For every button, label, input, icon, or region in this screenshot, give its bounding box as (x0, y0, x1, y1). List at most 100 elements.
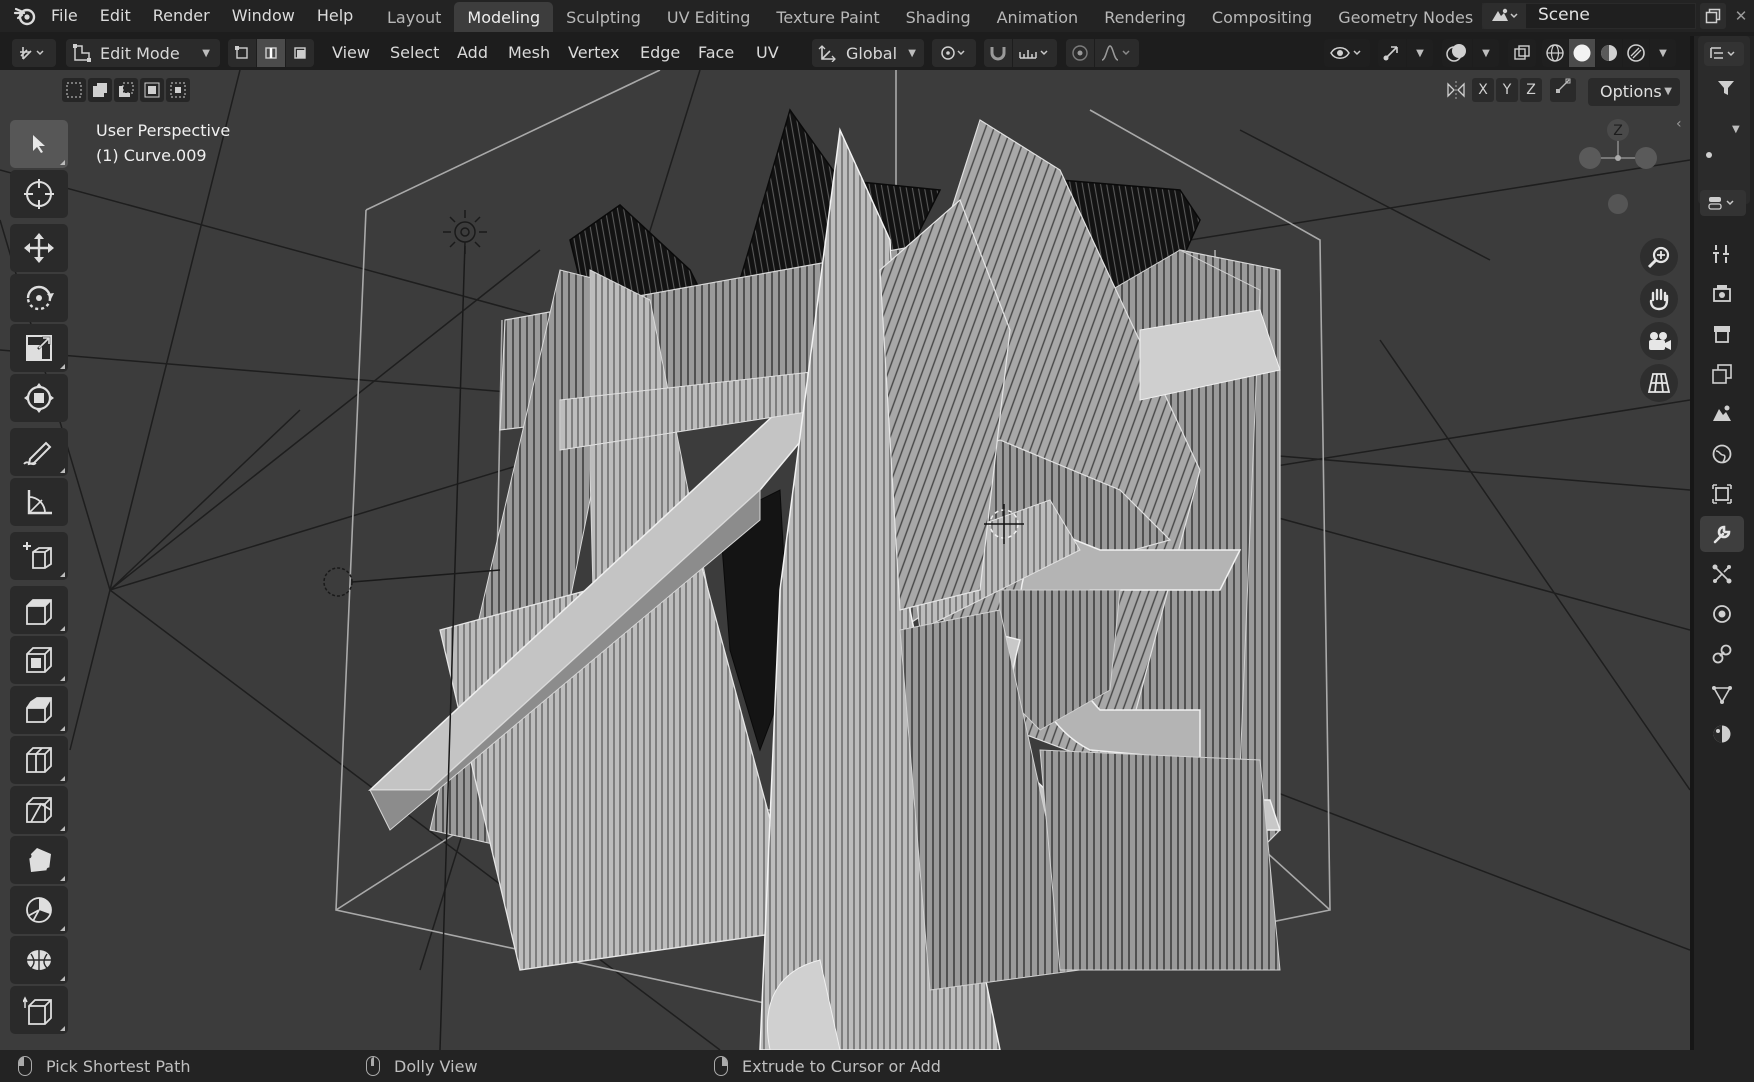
select-intersect-button[interactable] (166, 78, 190, 102)
xray-toggle[interactable] (1508, 39, 1536, 67)
properties-editor-type-button[interactable] (1700, 190, 1746, 216)
select-subtract-button[interactable] (114, 78, 138, 102)
viewport-scene[interactable] (0, 70, 1690, 1050)
menu-help[interactable]: Help (306, 2, 364, 30)
outliner-editor-type-button[interactable] (1704, 42, 1744, 66)
sidebar-toggle-arrow-icon[interactable]: ‹ (1676, 116, 1682, 132)
visibility-dropdown[interactable] (1324, 39, 1370, 67)
navigation-gizmo[interactable]: Z (1570, 114, 1670, 234)
shear-tool[interactable] (10, 986, 68, 1034)
tab-texture-paint[interactable]: Texture Paint (763, 2, 892, 32)
menu-uv[interactable]: UV (756, 39, 779, 67)
transform-tool[interactable] (10, 374, 68, 422)
tab-modeling[interactable]: Modeling (454, 2, 554, 32)
material-properties-tab[interactable] (1700, 716, 1744, 752)
menu-select[interactable]: Select (390, 39, 439, 67)
solid-shading-button[interactable] (1569, 39, 1595, 67)
tab-geometry-nodes[interactable]: Geometry Nodes (1325, 2, 1486, 32)
bevel-tool[interactable] (10, 686, 68, 734)
pivot-point-dropdown[interactable] (932, 39, 976, 67)
menu-edit[interactable]: Edit (89, 2, 142, 30)
overlays-toggle[interactable] (1442, 39, 1472, 67)
loop-cut-tool[interactable] (10, 736, 68, 784)
proportional-edit-toggle[interactable] (1066, 39, 1094, 67)
new-scene-button[interactable] (1700, 3, 1726, 29)
filter-button[interactable] (1714, 76, 1738, 100)
constraint-properties-tab[interactable] (1700, 636, 1744, 672)
3d-viewport[interactable]: User Perspective (1) Curve.009 X Y Z Opt… (0, 70, 1690, 1050)
perspective-toggle-button[interactable] (1640, 364, 1678, 402)
particle-properties-tab[interactable] (1700, 556, 1744, 592)
inset-faces-tool[interactable] (10, 636, 68, 684)
menu-face[interactable]: Face (698, 39, 734, 67)
mirror-z-toggle[interactable]: Z (1520, 78, 1542, 102)
tab-sculpting[interactable]: Sculpting (553, 2, 654, 32)
scale-tool[interactable] (10, 324, 68, 372)
smooth-tool[interactable] (10, 936, 68, 984)
select-invert-button[interactable] (140, 78, 164, 102)
world-properties-tab[interactable] (1700, 436, 1744, 472)
view-layer-properties-tab[interactable] (1700, 356, 1744, 392)
overlays-dropdown[interactable]: ▼ (1473, 39, 1499, 67)
select-extend-button[interactable] (88, 78, 112, 102)
poly-build-tool[interactable] (10, 836, 68, 884)
mirror-x-toggle[interactable]: X (1472, 78, 1494, 102)
rotate-tool[interactable] (10, 274, 68, 322)
menu-view[interactable]: View (332, 39, 370, 67)
wireframe-shading-button[interactable] (1542, 39, 1568, 67)
topology-mirror-toggle[interactable] (1550, 78, 1576, 102)
pan-button[interactable] (1640, 280, 1678, 318)
mirror-icon[interactable] (1442, 78, 1470, 102)
modifier-properties-tab[interactable] (1700, 516, 1744, 552)
object-properties-tab[interactable] (1700, 476, 1744, 512)
scene-properties-tab[interactable] (1700, 396, 1744, 432)
add-cube-tool[interactable] (10, 532, 68, 580)
tab-rendering[interactable]: Rendering (1091, 2, 1199, 32)
chevron-down-icon[interactable]: ▼ (1732, 124, 1740, 135)
extrude-region-tool[interactable] (10, 586, 68, 634)
proportional-falloff-dropdown[interactable] (1095, 39, 1139, 67)
tab-animation[interactable]: Animation (984, 2, 1092, 32)
menu-file[interactable]: File (40, 2, 89, 30)
gizmo-x-axis[interactable] (1635, 147, 1657, 169)
gizmo-dropdown[interactable]: ▼ (1407, 39, 1433, 67)
edge-select-button[interactable] (257, 39, 285, 67)
select-box-tool[interactable] (10, 120, 68, 168)
menu-mesh[interactable]: Mesh (508, 39, 550, 67)
tab-layout[interactable]: Layout (374, 2, 454, 32)
camera-view-button[interactable] (1640, 322, 1678, 360)
knife-tool[interactable] (10, 786, 68, 834)
menu-edge[interactable]: Edge (640, 39, 680, 67)
snap-target-dropdown[interactable] (1013, 39, 1057, 67)
mirror-y-toggle[interactable]: Y (1496, 78, 1518, 102)
physics-properties-tab[interactable] (1700, 596, 1744, 632)
output-properties-tab[interactable] (1700, 316, 1744, 352)
scene-browse-button[interactable] (1482, 3, 1526, 29)
editor-type-button[interactable] (12, 39, 56, 67)
blender-logo-icon[interactable] (10, 1, 40, 31)
material-shading-button[interactable] (1596, 39, 1622, 67)
cursor-tool[interactable] (10, 170, 68, 218)
snap-toggle[interactable] (984, 39, 1012, 67)
menu-add[interactable]: Add (457, 39, 488, 67)
measure-tool[interactable] (10, 478, 68, 526)
annotate-tool[interactable] (10, 428, 68, 476)
options-dropdown[interactable]: Options ▼ (1588, 78, 1680, 106)
data-properties-tab[interactable] (1700, 676, 1744, 712)
gizmo-neg-x-axis[interactable] (1579, 147, 1601, 169)
move-tool[interactable] (10, 224, 68, 272)
menu-window[interactable]: Window (221, 2, 306, 30)
tab-shading[interactable]: Shading (893, 2, 984, 32)
gizmo-neg-z-axis[interactable] (1608, 194, 1628, 214)
menu-render[interactable]: Render (142, 2, 221, 30)
menu-vertex[interactable]: Vertex (568, 39, 619, 67)
rendered-shading-button[interactable] (1623, 39, 1649, 67)
vertex-select-button[interactable] (228, 39, 256, 67)
close-icon[interactable]: ✕ (1730, 3, 1752, 29)
transform-orientation-dropdown[interactable]: Global ▼ (812, 39, 924, 67)
spin-tool[interactable] (10, 886, 68, 934)
tab-uv-editing[interactable]: UV Editing (654, 2, 763, 32)
zoom-button[interactable] (1640, 238, 1678, 276)
select-new-button[interactable] (62, 78, 86, 102)
shading-options-dropdown[interactable]: ▼ (1650, 39, 1676, 67)
